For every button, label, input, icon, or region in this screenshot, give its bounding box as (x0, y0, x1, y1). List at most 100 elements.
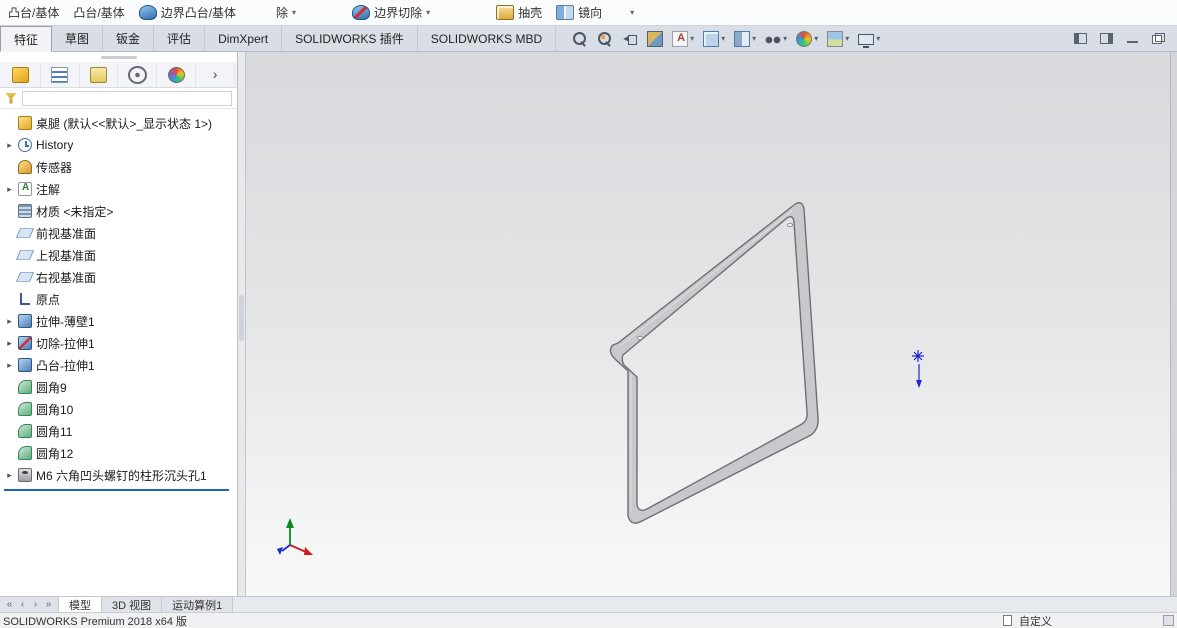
nav-prev-icon[interactable] (16, 598, 29, 612)
ribbon-button[interactable]: 抽壳 (496, 0, 542, 25)
tree-item[interactable]: 拉伸-薄壁1 (0, 310, 237, 332)
splitter-grip[interactable] (239, 295, 244, 341)
command-tab[interactable]: SOLIDWORKS MBD (417, 26, 557, 51)
model-hole[interactable] (636, 335, 643, 340)
zoom-area-icon (597, 30, 614, 47)
part-tab-icon[interactable] (2, 62, 41, 87)
panel-left-icon[interactable] (1074, 33, 1087, 44)
history-icon (18, 138, 32, 152)
tree-item[interactable]: 圆角12 (0, 442, 237, 464)
ribbon-button[interactable]: 除 (276, 0, 296, 25)
display-style-icon (734, 30, 751, 47)
restore-icon[interactable] (1152, 33, 1165, 44)
minimize-icon[interactable] (1126, 33, 1139, 44)
ribbon-button[interactable]: 凸台/基体 (73, 0, 124, 25)
tree-filter-input[interactable] (22, 90, 232, 106)
command-tab[interactable]: 钣金 (103, 26, 155, 51)
dropdown-caret-icon[interactable] (783, 35, 787, 43)
apply-scene-icon (827, 30, 844, 47)
tree-item[interactable]: 凸台-拉伸1 (0, 354, 237, 376)
dropdown-caret-icon[interactable] (292, 9, 296, 17)
dropdown-caret-icon[interactable] (690, 35, 694, 43)
view-tool-button[interactable] (572, 31, 588, 47)
panel-grip[interactable] (100, 56, 137, 59)
panel-splitter[interactable] (238, 52, 246, 596)
view-tool-button[interactable] (647, 30, 664, 47)
ribbon-button[interactable]: 边界凸台/基体 (138, 0, 236, 25)
tree-item[interactable]: 材质 <未指定> (0, 200, 237, 222)
status-edit-icon (1003, 615, 1012, 626)
tree-item[interactable]: History (0, 134, 237, 156)
dropdown-caret-icon[interactable] (426, 9, 430, 17)
plane-icon (15, 272, 35, 282)
tree-item[interactable]: 切除-拉伸1 (0, 332, 237, 354)
expand-panel-icon[interactable] (196, 62, 235, 87)
nav-next-icon[interactable] (29, 598, 42, 612)
expand-arrow-icon[interactable] (5, 184, 14, 195)
view-tool-button[interactable] (858, 32, 880, 48)
dropdown-caret-icon[interactable] (814, 35, 818, 43)
panel-right-icon[interactable] (1100, 33, 1113, 44)
tree-item[interactable]: 圆角11 (0, 420, 237, 442)
expand-arrow-icon[interactable] (5, 360, 14, 371)
tree-item[interactable]: 右视基准面 (0, 266, 237, 288)
model-table-leg[interactable] (609, 202, 819, 524)
tree-item[interactable]: M6 六角凹头螺钉的柱形沉头孔1 (0, 464, 237, 486)
view-tool-button[interactable] (827, 30, 849, 47)
dimxpertmanager-tab-icon[interactable] (118, 62, 158, 87)
status-corner-icon[interactable] (1163, 615, 1174, 626)
command-tab[interactable]: DimXpert (205, 26, 283, 51)
view-tool-button[interactable] (796, 30, 818, 47)
boundary-boss-icon (138, 5, 157, 20)
tree-item[interactable]: 原点 (0, 288, 237, 310)
ribbon-button[interactable]: 镜向 (556, 0, 602, 25)
tree-item[interactable]: 注解 (0, 178, 237, 200)
rollback-bar[interactable] (4, 489, 229, 491)
bottom-tab[interactable]: 模型 (59, 597, 102, 612)
tree-item[interactable]: 桌腿 (默认<<默认>_显示状态 1>) (0, 112, 237, 134)
displaymanager-tab-icon[interactable] (157, 62, 197, 87)
tree-item[interactable]: 上视基准面 (0, 244, 237, 266)
tree-item[interactable]: 圆角9 (0, 376, 237, 398)
view-tool-button[interactable] (765, 30, 787, 47)
tree-item[interactable]: 传感器 (0, 156, 237, 178)
expand-arrow-icon[interactable] (5, 338, 14, 349)
view-tool-button[interactable] (672, 30, 694, 47)
bottom-tab[interactable]: 运动算例1 (162, 597, 234, 612)
view-settings-icon (858, 34, 875, 48)
ribbon-button[interactable] (626, 0, 634, 25)
command-tab[interactable]: SOLIDWORKS 插件 (282, 26, 418, 51)
model-hole[interactable] (787, 222, 794, 227)
ribbon-button[interactable]: 凸台/基体 (8, 0, 59, 25)
graphics-viewport[interactable] (246, 52, 1170, 596)
command-tab[interactable]: 特征 (0, 26, 53, 52)
expand-arrow-icon[interactable] (5, 140, 14, 151)
task-pane-strip[interactable] (1170, 52, 1177, 596)
feature-tree: 桌腿 (默认<<默认>_显示状态 1>) History 传感器 (0, 109, 237, 596)
nav-last-icon[interactable] (42, 598, 55, 612)
featuremanager-tab-icon[interactable] (41, 62, 80, 87)
tree-item[interactable]: 圆角10 (0, 398, 237, 420)
ribbon-button[interactable]: 边界切除 (352, 0, 430, 25)
dropdown-caret-icon[interactable] (876, 35, 880, 43)
dropdown-caret-icon[interactable] (721, 35, 725, 43)
dropdown-caret-icon[interactable] (845, 35, 849, 43)
dropdown-caret-icon[interactable] (752, 35, 756, 43)
view-tool-button[interactable] (622, 31, 638, 47)
tree-item[interactable]: 前视基准面 (0, 222, 237, 244)
view-tool-button[interactable] (734, 30, 756, 47)
view-tool-button[interactable] (597, 30, 614, 47)
expand-arrow-icon[interactable] (5, 316, 14, 327)
expand-arrow-icon[interactable] (5, 470, 14, 481)
customize-label[interactable]: 自定义 (1019, 613, 1052, 628)
dropdown-caret-icon[interactable] (630, 9, 634, 17)
fillet-icon (18, 380, 32, 394)
nav-first-icon[interactable] (3, 598, 16, 612)
command-tab[interactable]: 评估 (154, 26, 206, 51)
configurationmanager-tab-icon[interactable] (80, 62, 119, 87)
view-tool-button[interactable] (703, 30, 725, 47)
sketch-point-marker[interactable] (912, 350, 924, 388)
bottom-tab[interactable]: 3D 视图 (102, 597, 163, 612)
command-tab[interactable]: 草图 (52, 26, 104, 51)
tree-filter-row (0, 88, 237, 109)
